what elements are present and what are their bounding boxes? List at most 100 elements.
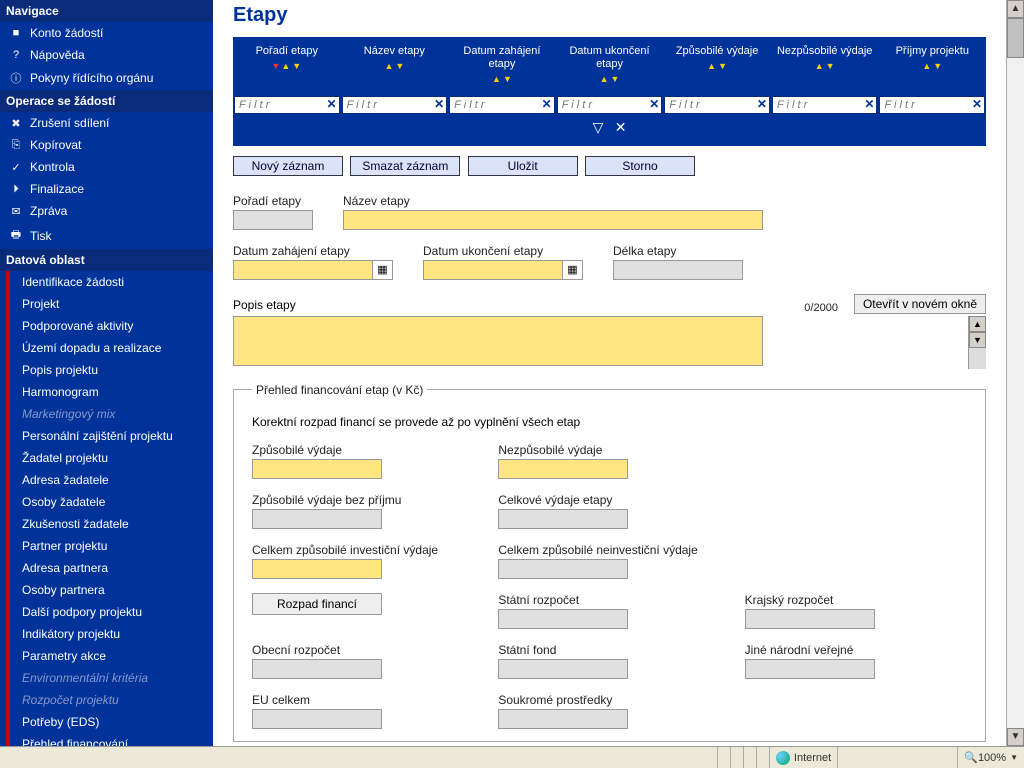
- data-menu-item[interactable]: Potřeby (EDS): [0, 711, 213, 733]
- sort-desc-icon[interactable]: ▼: [718, 61, 727, 71]
- nezpusobile-input[interactable]: [498, 459, 628, 479]
- textarea-scrollbar[interactable]: ▲ ▼: [968, 316, 986, 369]
- filter-input[interactable]: [557, 96, 663, 114]
- data-menu-item[interactable]: Území dopadu a realizace: [0, 337, 213, 359]
- filter-clear-icon[interactable]: ✕: [615, 119, 627, 135]
- data-menu-item[interactable]: Harmonogram: [0, 381, 213, 403]
- data-menu-item[interactable]: Adresa partnera: [0, 557, 213, 579]
- ops-item[interactable]: ✉Zpráva: [0, 200, 213, 222]
- zpusobile-input[interactable]: [252, 459, 382, 479]
- ops-label: Kontrola: [30, 160, 75, 174]
- data-menu-item[interactable]: Osoby partnera: [0, 579, 213, 601]
- data-menu-item[interactable]: Žadatel projektu: [0, 447, 213, 469]
- clear-filter-icon[interactable]: ✕: [542, 97, 552, 111]
- scroll-up-icon[interactable]: ▲: [969, 316, 986, 332]
- scroll-down-icon[interactable]: ▼: [969, 332, 986, 348]
- datum-zahajeni-input[interactable]: ▦: [233, 260, 393, 280]
- save-button[interactable]: Uložit: [468, 156, 578, 176]
- data-menu-item[interactable]: Rozpočet projektu: [0, 689, 213, 711]
- sort-asc-icon[interactable]: ▲: [600, 74, 609, 84]
- data-menu-item[interactable]: Environmentální kritéria: [0, 667, 213, 689]
- filter-input[interactable]: [879, 96, 985, 114]
- nav-item[interactable]: ?Nápověda: [0, 44, 213, 66]
- sort-desc-icon[interactable]: ▼: [503, 74, 512, 84]
- clear-filter-icon[interactable]: ✕: [757, 97, 767, 111]
- ops-item[interactable]: ⎘Kopírovat: [0, 134, 213, 156]
- scroll-thumb[interactable]: [1007, 18, 1024, 58]
- ops-item[interactable]: 🖶Tisk: [0, 222, 213, 249]
- main-scrollbar[interactable]: ▲ ▼: [1006, 0, 1024, 746]
- zoom-indicator[interactable]: 🔍 100% ▼: [957, 747, 1024, 768]
- clear-filter-icon[interactable]: ✕: [649, 97, 659, 111]
- datum-ukonceni-input[interactable]: ▦: [423, 260, 583, 280]
- grid-col-header[interactable]: Datum zahájení etapy▲▼: [448, 43, 556, 89]
- sort-desc-icon[interactable]: ▼: [395, 61, 404, 71]
- sort-asc-icon[interactable]: ▲: [707, 61, 716, 71]
- clear-filter-icon[interactable]: ✕: [864, 97, 874, 111]
- ops-section-head: Operace se žádostí: [0, 90, 213, 112]
- content-area: Etapy Pořadí etapy▼▲▼Název etapy▲▼Datum …: [213, 0, 1006, 746]
- data-menu-item[interactable]: Přehled financování: [0, 733, 213, 746]
- ops-item[interactable]: ✖Zrušení sdílení: [0, 112, 213, 134]
- data-menu-item[interactable]: Indikátory projektu: [0, 623, 213, 645]
- obecni-input: [252, 659, 382, 679]
- grid-col-header[interactable]: Pořadí etapy▼▲▼: [233, 43, 341, 89]
- sort-desc-icon[interactable]: ▼: [933, 61, 942, 71]
- data-menu-item[interactable]: Partner projektu: [0, 535, 213, 557]
- scroll-down-arrow-icon[interactable]: ▼: [1007, 728, 1024, 746]
- ops-item[interactable]: ⏵Finalizace: [0, 178, 213, 200]
- grid-col-header[interactable]: Datum ukončení etapy▲▼: [556, 43, 664, 89]
- delete-record-button[interactable]: Smazat záznam: [350, 156, 460, 176]
- data-menu-item[interactable]: Podporované aktivity: [0, 315, 213, 337]
- jine-input: [745, 659, 875, 679]
- popis-textarea[interactable]: [233, 316, 763, 366]
- open-new-window-button[interactable]: Otevřít v novém okně: [854, 294, 986, 314]
- sidebar: Navigace ■Konto žádostí?NápovědaⓘPokyny …: [0, 0, 213, 746]
- sort-asc-icon[interactable]: ▲: [384, 61, 393, 71]
- nav-item[interactable]: ⓘPokyny řídícího orgánu: [0, 66, 213, 90]
- calendar-icon[interactable]: ▦: [372, 261, 392, 279]
- data-menu-item[interactable]: Popis projektu: [0, 359, 213, 381]
- data-menu-item[interactable]: Osoby žadatele: [0, 491, 213, 513]
- sort-asc-icon[interactable]: ▲: [815, 61, 824, 71]
- celkem-inv-input[interactable]: [252, 559, 382, 579]
- sort-asc-icon[interactable]: ▲: [922, 61, 931, 71]
- ops-icon: ⏵: [8, 183, 24, 196]
- calendar-icon[interactable]: ▦: [562, 261, 582, 279]
- clear-filter-icon[interactable]: ✕: [327, 97, 337, 111]
- sort-desc-icon[interactable]: ▼: [826, 61, 835, 71]
- data-menu-item[interactable]: Projekt: [0, 293, 213, 315]
- data-menu-item[interactable]: Marketingový mix: [0, 403, 213, 425]
- nazev-input[interactable]: [343, 210, 763, 230]
- ops-item[interactable]: ✓Kontrola: [0, 156, 213, 178]
- data-menu-item[interactable]: Identifikace žádosti: [0, 271, 213, 293]
- data-menu-item[interactable]: Adresa žadatele: [0, 469, 213, 491]
- sort-asc-icon[interactable]: ▲: [281, 61, 290, 71]
- data-menu-item[interactable]: Zkušenosti žadatele: [0, 513, 213, 535]
- grid-col-header[interactable]: Nezpůsobilé výdaje▲▼: [771, 43, 879, 89]
- cancel-button[interactable]: Storno: [585, 156, 695, 176]
- filter-input[interactable]: [449, 96, 555, 114]
- filter-input[interactable]: [234, 96, 340, 114]
- rozpad-button[interactable]: Rozpad financí: [252, 593, 382, 615]
- data-menu-item[interactable]: Parametry akce: [0, 645, 213, 667]
- data-menu-item[interactable]: Personální zajištění projektu: [0, 425, 213, 447]
- ops-label: Zrušení sdílení: [30, 116, 109, 130]
- filter-input[interactable]: [772, 96, 878, 114]
- grid-col-header[interactable]: Název etapy▲▼: [341, 43, 449, 89]
- chevron-down-icon[interactable]: ▼: [1010, 753, 1018, 762]
- filter-input[interactable]: [664, 96, 770, 114]
- grid-col-header[interactable]: Způsobilé výdaje▲▼: [663, 43, 771, 89]
- scroll-up-arrow-icon[interactable]: ▲: [1007, 0, 1024, 18]
- data-menu-item[interactable]: Další podpory projektu: [0, 601, 213, 623]
- clear-filter-icon[interactable]: ✕: [972, 97, 982, 111]
- sort-asc-icon[interactable]: ▲: [492, 74, 501, 84]
- filter-apply-icon[interactable]: ▽: [593, 119, 604, 135]
- nav-item[interactable]: ■Konto žádostí: [0, 22, 213, 44]
- grid-col-header[interactable]: Příjmy projektu▲▼: [878, 43, 986, 89]
- clear-filter-icon[interactable]: ✕: [434, 97, 444, 111]
- filter-input[interactable]: [342, 96, 448, 114]
- sort-desc-icon[interactable]: ▼: [611, 74, 620, 84]
- sort-desc-icon[interactable]: ▼: [292, 61, 301, 71]
- new-record-button[interactable]: Nový záznam: [233, 156, 343, 176]
